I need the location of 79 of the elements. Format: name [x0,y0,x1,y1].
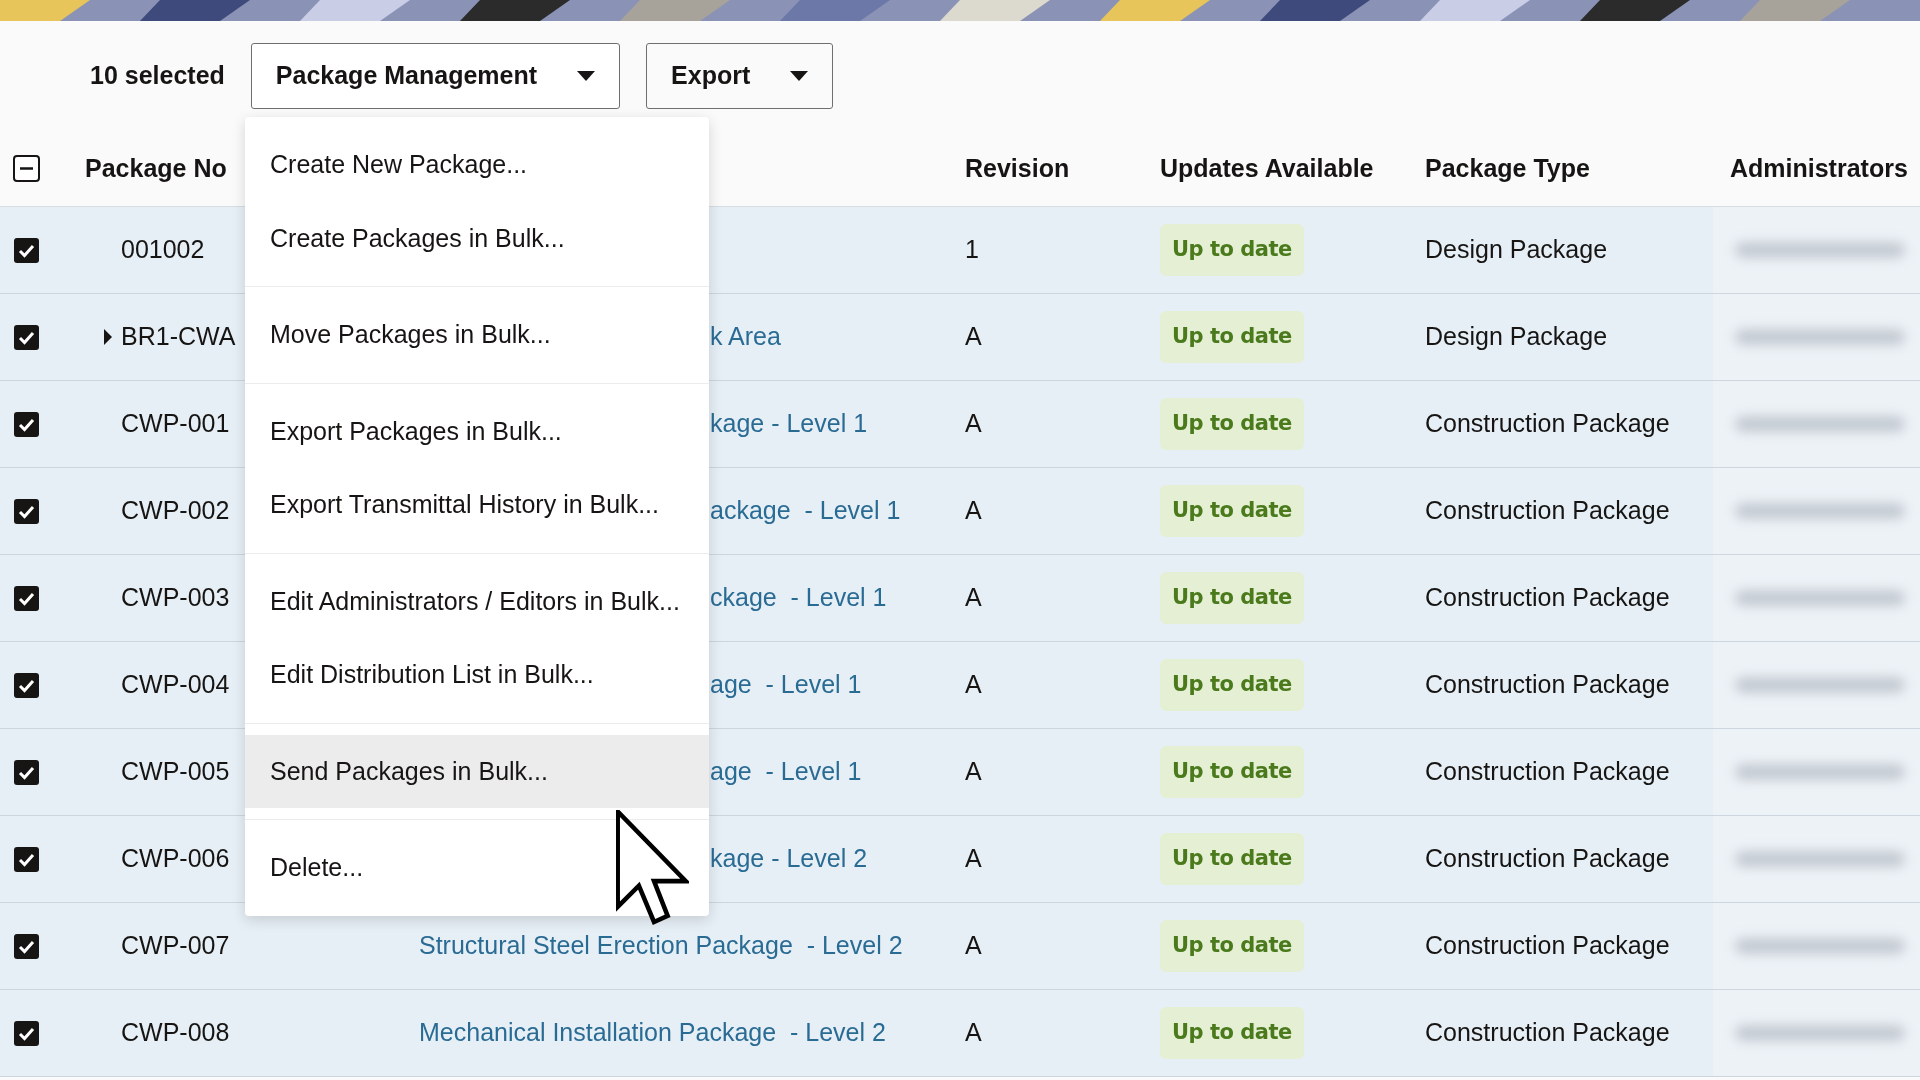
column-header[interactable]: Updates Available [1160,149,1425,188]
column-header[interactable]: Package Type [1425,149,1713,188]
package-name-link[interactable]: Mechanical Installation Package - Level 2 [419,1018,886,1047]
checkbox[interactable] [13,845,40,873]
package-number: CWP-001 [120,408,230,440]
revision-text: A [965,757,982,786]
package-number: CWP-002 [120,495,230,527]
package-number: CWP-004 [120,669,230,701]
menu-item[interactable]: Edit Administrators / Editors in Bulk... [245,564,709,638]
caret-icon [577,71,596,81]
checkbox[interactable] [13,758,40,786]
package-type-text: Construction Package [1425,757,1670,786]
dropdown-button[interactable]: Export [646,43,834,109]
package-type-text: Construction Package [1425,670,1670,699]
checkbox[interactable] [13,671,40,699]
menu-item[interactable]: Edit Distribution List in Bulk... [245,638,709,712]
revision-text: A [965,409,982,438]
package-number: CWP-003 [120,582,230,614]
dropdown-button[interactable]: Package Management [250,43,621,109]
package-number: CWP-007 [120,930,230,962]
package-type-text: Design Package [1425,235,1608,264]
checkbox[interactable] [13,410,40,438]
checkbox[interactable] [13,236,40,264]
revision-text: A [965,322,982,351]
menu-item[interactable]: Delete... [245,831,709,905]
package-number: CWP-008 [120,1017,230,1049]
status-badge: Up to date [1160,224,1304,276]
package-type-text: Construction Package [1425,583,1670,612]
checkbox[interactable] [13,497,40,525]
column-header[interactable]: Revision [965,149,1160,188]
status-badge: Up to date [1160,398,1304,450]
package-type-text: Construction Package [1425,409,1670,438]
status-badge: Up to date [1160,572,1304,624]
package-name-link[interactable]: ackage - Level 1 [710,496,901,525]
checkbox[interactable] [13,155,40,182]
status-badge: Up to date [1160,1007,1304,1059]
package-name-link[interactable]: Structural Steel Erection Package - Level 2 [419,931,903,960]
status-badge: Up to date [1160,311,1304,363]
package-name-link[interactable]: age - Level 1 [710,757,862,786]
revision-text: A [965,844,982,873]
checkbox[interactable] [13,932,40,960]
caret-icon [790,71,809,81]
package-name-link[interactable]: kage - Level 2 [710,844,868,873]
menu-item[interactable]: Create New Package... [245,128,709,202]
package-type-text: Construction Package [1425,1018,1670,1047]
revision-text: A [965,496,982,525]
package-number: BR1-CWA [121,321,236,353]
menu-item[interactable]: Move Packages in Bulk... [245,298,709,372]
revision-text: A [965,583,982,612]
expand-icon[interactable] [103,329,113,345]
package-type-text: Construction Package [1425,844,1670,873]
package-name-link[interactable]: kage - Level 1 [710,409,868,438]
checkbox[interactable] [13,584,40,612]
package-type-text: Construction Package [1425,496,1670,525]
column-header[interactable]: Administrators [1730,149,1908,188]
package-number: 001002 [120,234,205,266]
revision-text: 1 [965,235,979,264]
menu-item[interactable]: Export Packages in Bulk... [245,394,709,468]
package-name-link[interactable]: ckage - Level 1 [710,583,887,612]
status-badge: Up to date [1160,485,1304,537]
selection-count: 10 selected [90,60,225,92]
checkbox[interactable] [13,1019,40,1047]
status-badge: Up to date [1160,920,1304,972]
revision-text: A [965,670,982,699]
package-name-link[interactable]: age - Level 1 [710,670,862,699]
package-name-link[interactable]: k Area [710,322,781,351]
status-badge: Up to date [1160,833,1304,885]
menu-item[interactable]: Create Packages in Bulk... [245,201,709,275]
menu-item[interactable]: Send Packages in Bulk... [245,734,709,808]
menu-item[interactable]: Export Transmittal History in Bulk... [245,468,709,542]
revision-text: A [965,931,982,960]
checkbox[interactable] [13,323,40,351]
status-badge: Up to date [1160,746,1304,798]
package-type-text: Design Package [1425,322,1608,351]
status-badge: Up to date [1160,659,1304,711]
package-number: CWP-005 [120,756,230,788]
package-number: CWP-006 [120,843,230,875]
package-type-text: Construction Package [1425,931,1670,960]
revision-text: A [965,1018,982,1047]
